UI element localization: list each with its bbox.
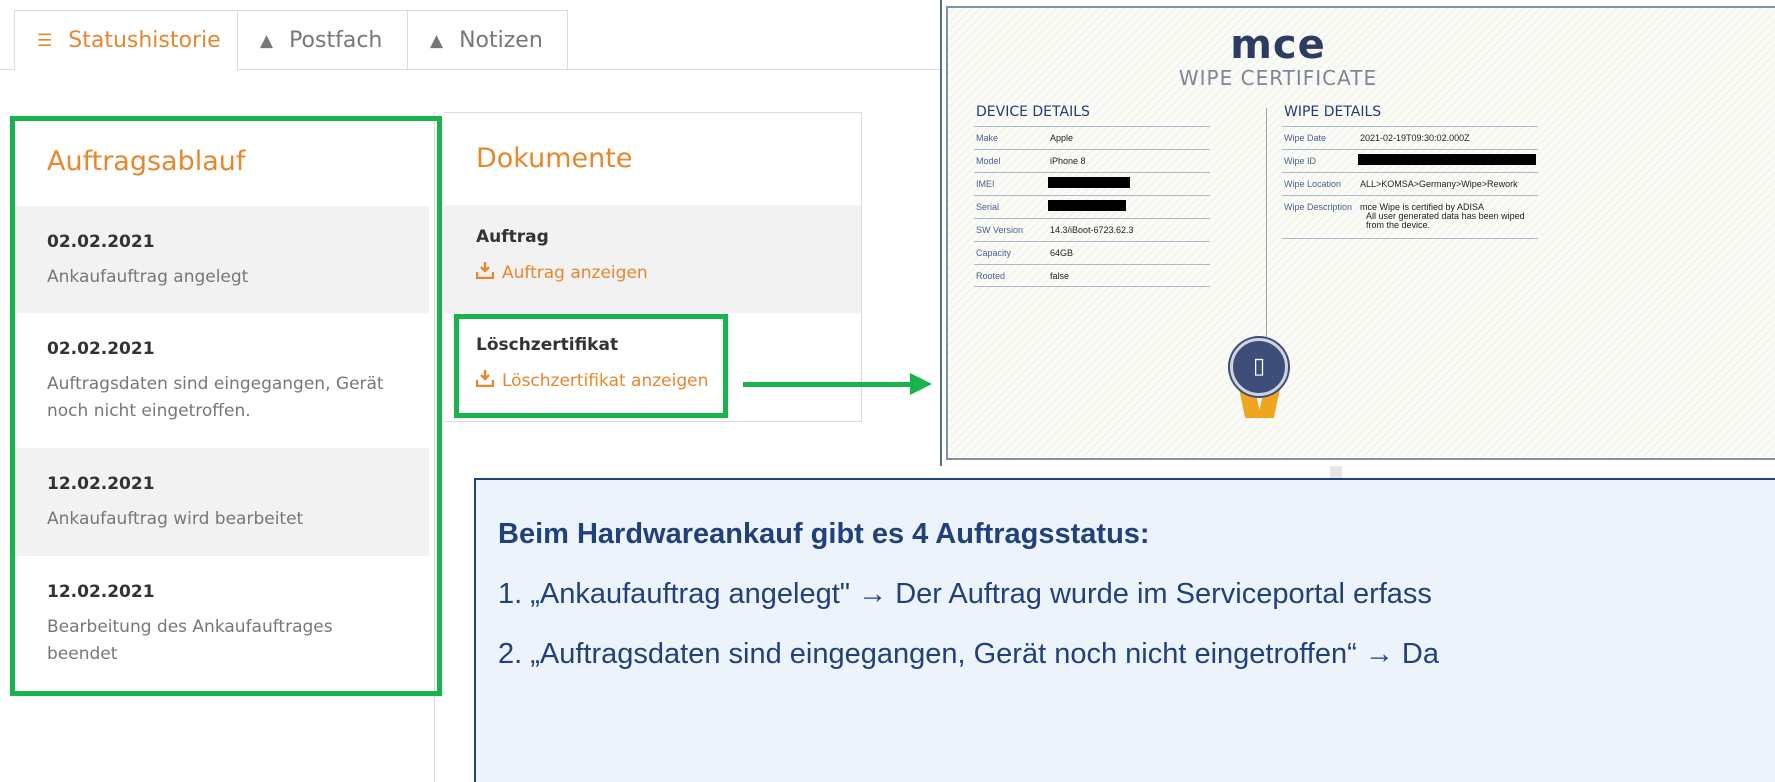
device-row: SW Version 14.3/iBoot-6723.62.3 — [974, 218, 1210, 241]
order-link[interactable]: Auftrag anzeigen — [475, 247, 861, 284]
tab-notizen[interactable]: ▲ Notizen — [408, 10, 568, 70]
wipe-certificate: mce WIPE CERTIFICATE DEVICE DETAILS WIPE… — [946, 6, 1775, 460]
info-callout: Beim Hardwareankauf gibt es 4 Auftragsst… — [474, 478, 1775, 782]
wipe-row: Wipe Date 2021-02-19T09:30:02.000Z — [1282, 126, 1538, 149]
row-value: 2021-02-19T09:30:02.000Z — [1360, 133, 1470, 143]
device-details-heading: DEVICE DETAILS — [976, 104, 1090, 120]
wipe-row: Wipe ID — [1282, 149, 1538, 172]
row-key: SW Version — [976, 225, 1024, 235]
row-key: Rooted — [976, 271, 1006, 281]
order-link-label: Auftrag anzeigen — [502, 262, 648, 283]
tab-label: Notizen — [459, 28, 543, 53]
seal-phone-icon: ▯ — [1230, 338, 1288, 396]
order-section: Auftrag Auftrag anzeigen — [444, 205, 861, 313]
device-row: Rooted false — [974, 264, 1210, 287]
list-icon: ☰ — [37, 30, 53, 51]
tab-postfach[interactable]: ▲ Postfach — [238, 10, 408, 70]
info-title: Beim Hardwareankauf gibt es 4 Auftragsst… — [498, 518, 1150, 550]
arrow-head-icon — [910, 373, 932, 395]
tab-bar: ☰ Statushistorie ▲ Postfach ▲ Notizen — [0, 0, 940, 71]
row-key: Wipe Description — [1284, 202, 1353, 212]
documents-title: Dokumente — [476, 143, 633, 174]
arrow-line — [743, 382, 915, 387]
device-row: Capacity 64GB — [974, 241, 1210, 264]
warning-icon: ▲ — [430, 30, 444, 51]
tab-label: Statushistorie — [68, 28, 221, 53]
device-row: Serial — [974, 195, 1210, 218]
wipe-details-heading: WIPE DETAILS — [1284, 104, 1382, 120]
row-value: 64GB — [1050, 248, 1074, 258]
row-key: Make — [976, 133, 999, 143]
device-row: IMEI — [974, 172, 1210, 195]
warning-icon: ▲ — [260, 30, 274, 51]
redacted-bar — [1048, 200, 1126, 211]
certificate-highlight-frame — [454, 314, 728, 418]
device-details-table: Make Apple Model iPhone 8 IMEI Serial SW V… — [974, 126, 1210, 287]
redacted-bar — [1048, 177, 1130, 188]
tab-statushistorie[interactable]: ☰ Statushistorie — [14, 10, 238, 71]
info-line: 1. „Ankaufauftrag angelegt" → Der Auftra… — [498, 578, 1432, 610]
row-key: Serial — [976, 202, 1000, 212]
redacted-bar — [1358, 154, 1536, 165]
row-key: IMEI — [976, 179, 995, 189]
timeline-highlight-frame — [10, 116, 442, 696]
wipe-details-table: Wipe Date 2021-02-19T09:30:02.000Z Wipe I… — [1282, 126, 1538, 239]
device-row: Make Apple — [974, 126, 1210, 149]
row-value: false — [1050, 271, 1070, 281]
certificate-subtitle: WIPE CERTIFICATE — [1178, 66, 1378, 90]
row-key: Model — [976, 156, 1001, 166]
tab-label: Postfach — [289, 28, 383, 53]
row-value: 14.3/iBoot-6723.62.3 — [1050, 225, 1134, 235]
row-key: Wipe ID — [1284, 156, 1317, 166]
device-row: Model iPhone 8 — [974, 149, 1210, 172]
download-icon — [475, 261, 495, 284]
row-value: iPhone 8 — [1050, 156, 1086, 166]
row-value: from the device. — [1366, 220, 1431, 230]
order-heading: Auftrag — [476, 227, 549, 247]
info-line: 2. „Auftragsdaten sind eingegangen, Gerä… — [498, 638, 1439, 670]
wipe-row: Wipe Description mce Wipe is certified b… — [1282, 195, 1538, 239]
row-key: Capacity — [976, 248, 1012, 258]
row-key: Wipe Date — [1284, 133, 1327, 143]
row-key: Wipe Location — [1284, 179, 1342, 189]
row-value: Apple — [1050, 133, 1074, 143]
mce-logo: mce — [1230, 22, 1326, 68]
wipe-row: Wipe Location ALL>KOMSA>Germany>Wipe>Rewo… — [1282, 172, 1538, 195]
row-value: ALL>KOMSA>Germany>Wipe>Rework — [1360, 179, 1518, 189]
